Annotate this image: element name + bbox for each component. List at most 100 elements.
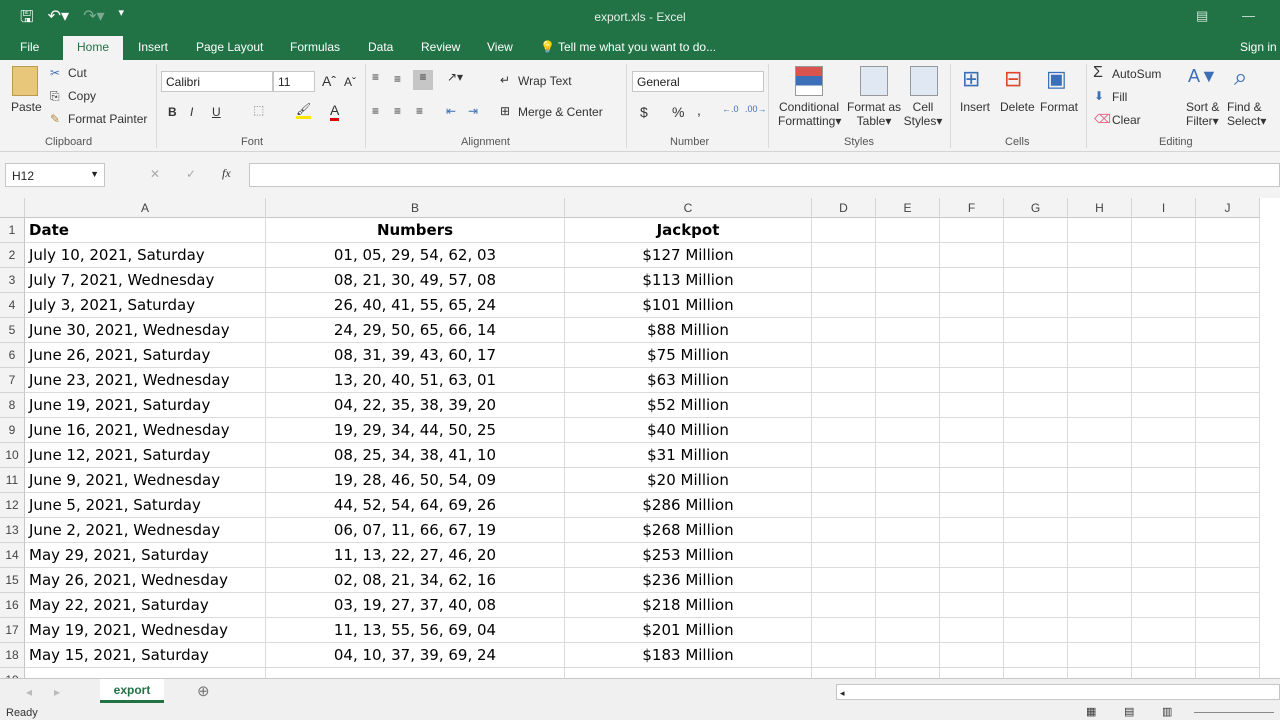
cell-c15[interactable]: $236 Million [565, 568, 812, 593]
page-layout-view-icon[interactable]: ▤ [1124, 705, 1134, 718]
column-header-c[interactable]: C [565, 198, 812, 218]
cell-j1[interactable] [1196, 218, 1260, 243]
cell-g6[interactable] [1004, 343, 1068, 368]
cell-g12[interactable] [1004, 493, 1068, 518]
bold-button[interactable]: B [168, 105, 177, 119]
cell-b1[interactable]: Numbers [266, 218, 565, 243]
row-header[interactable]: 16 [0, 593, 25, 618]
cell-g1[interactable] [1004, 218, 1068, 243]
cell-g7[interactable] [1004, 368, 1068, 393]
cell-f2[interactable] [940, 243, 1004, 268]
top-align-icon[interactable]: ≡ [372, 70, 379, 84]
horizontal-scrollbar[interactable]: ◂ [836, 684, 1280, 700]
increase-decimal-icon[interactable]: ←.0 [722, 104, 739, 114]
cell-h8[interactable] [1068, 393, 1132, 418]
row-header[interactable]: 19 [0, 668, 25, 678]
cell-e11[interactable] [876, 468, 940, 493]
cell-a3[interactable]: July 7, 2021, Wednesday [25, 268, 266, 293]
row-header[interactable]: 9 [0, 418, 25, 443]
cell-e10[interactable] [876, 443, 940, 468]
ribbon-display-icon[interactable]: ▤ [1196, 8, 1208, 24]
bottom-align-icon[interactable]: ≡ [413, 70, 433, 90]
cell-d12[interactable] [812, 493, 876, 518]
cell-b4[interactable]: 26, 40, 41, 55, 65, 24 [266, 293, 565, 318]
increase-font-icon[interactable]: Aˆ [322, 73, 336, 89]
cell-j2[interactable] [1196, 243, 1260, 268]
tab-formulas[interactable]: Formulas [290, 40, 340, 54]
number-format-select[interactable]: General [632, 71, 764, 92]
cell-b11[interactable]: 19, 28, 46, 50, 54, 09 [266, 468, 565, 493]
align-right-icon[interactable]: ≡ [416, 104, 423, 118]
comma-button[interactable]: , [697, 102, 701, 118]
row-header[interactable]: 13 [0, 518, 25, 543]
cell-b17[interactable]: 11, 13, 55, 56, 69, 04 [266, 618, 565, 643]
cell-c8[interactable]: $52 Million [565, 393, 812, 418]
cell-d3[interactable] [812, 268, 876, 293]
cell-g14[interactable] [1004, 543, 1068, 568]
cell-f16[interactable] [940, 593, 1004, 618]
cell-c6[interactable]: $75 Million [565, 343, 812, 368]
format-painter-button[interactable]: Format Painter [68, 112, 147, 126]
tab-home[interactable]: Home [63, 36, 124, 60]
cell-h12[interactable] [1068, 493, 1132, 518]
cell-d8[interactable] [812, 393, 876, 418]
cell-d9[interactable] [812, 418, 876, 443]
cell-c18[interactable]: $183 Million [565, 643, 812, 668]
cell-g13[interactable] [1004, 518, 1068, 543]
cell-b8[interactable]: 04, 22, 35, 38, 39, 20 [266, 393, 565, 418]
cell-c17[interactable]: $201 Million [565, 618, 812, 643]
cell-a15[interactable]: May 26, 2021, Wednesday [25, 568, 266, 593]
name-box[interactable]: H12 ▼ [5, 163, 105, 187]
column-header-j[interactable]: J [1196, 198, 1260, 218]
cell-e16[interactable] [876, 593, 940, 618]
tab-insert[interactable]: Insert [138, 40, 168, 54]
cell-c3[interactable]: $113 Million [565, 268, 812, 293]
cell-g3[interactable] [1004, 268, 1068, 293]
cell-d19[interactable] [812, 668, 876, 678]
fill-button[interactable]: Fill [1112, 90, 1127, 104]
cell-e12[interactable] [876, 493, 940, 518]
cell-d17[interactable] [812, 618, 876, 643]
column-header-b[interactable]: B [266, 198, 565, 218]
cell-g19[interactable] [1004, 668, 1068, 678]
autosum-button[interactable]: AutoSum [1112, 67, 1161, 81]
cell-j12[interactable] [1196, 493, 1260, 518]
orientation-icon[interactable]: ↗▾ [447, 70, 463, 84]
new-sheet-icon[interactable]: ⊕ [197, 682, 210, 700]
cell-j11[interactable] [1196, 468, 1260, 493]
cell-e14[interactable] [876, 543, 940, 568]
cell-a8[interactable]: June 19, 2021, Saturday [25, 393, 266, 418]
cell-h6[interactable] [1068, 343, 1132, 368]
font-size-select[interactable]: 11 [273, 71, 315, 92]
prev-sheet-icon[interactable]: ◂ [26, 685, 32, 699]
cell-h2[interactable] [1068, 243, 1132, 268]
cell-a11[interactable]: June 9, 2021, Wednesday [25, 468, 266, 493]
row-header[interactable]: 15 [0, 568, 25, 593]
cell-a19[interactable] [25, 668, 266, 678]
sheet-tab-export[interactable]: export [100, 679, 164, 703]
cell-c13[interactable]: $268 Million [565, 518, 812, 543]
cell-j19[interactable] [1196, 668, 1260, 678]
cell-j3[interactable] [1196, 268, 1260, 293]
formula-input[interactable] [249, 163, 1280, 187]
cell-j17[interactable] [1196, 618, 1260, 643]
cell-i19[interactable] [1132, 668, 1196, 678]
cell-e15[interactable] [876, 568, 940, 593]
cell-i17[interactable] [1132, 618, 1196, 643]
cell-g17[interactable] [1004, 618, 1068, 643]
format-as-table-button[interactable]: Format as Table▾ [846, 100, 902, 128]
column-header-a[interactable]: A [25, 198, 266, 218]
clear-button[interactable]: Clear [1112, 113, 1141, 127]
cell-g2[interactable] [1004, 243, 1068, 268]
italic-button[interactable]: I [190, 105, 193, 119]
borders-icon[interactable]: ⬚ [253, 103, 264, 117]
cell-j16[interactable] [1196, 593, 1260, 618]
cancel-icon[interactable]: ✕ [150, 167, 160, 181]
cell-h3[interactable] [1068, 268, 1132, 293]
cell-h10[interactable] [1068, 443, 1132, 468]
cell-e4[interactable] [876, 293, 940, 318]
zoom-slider[interactable] [1194, 712, 1274, 713]
cell-f7[interactable] [940, 368, 1004, 393]
cell-a13[interactable]: June 2, 2021, Wednesday [25, 518, 266, 543]
cell-a10[interactable]: June 12, 2021, Saturday [25, 443, 266, 468]
